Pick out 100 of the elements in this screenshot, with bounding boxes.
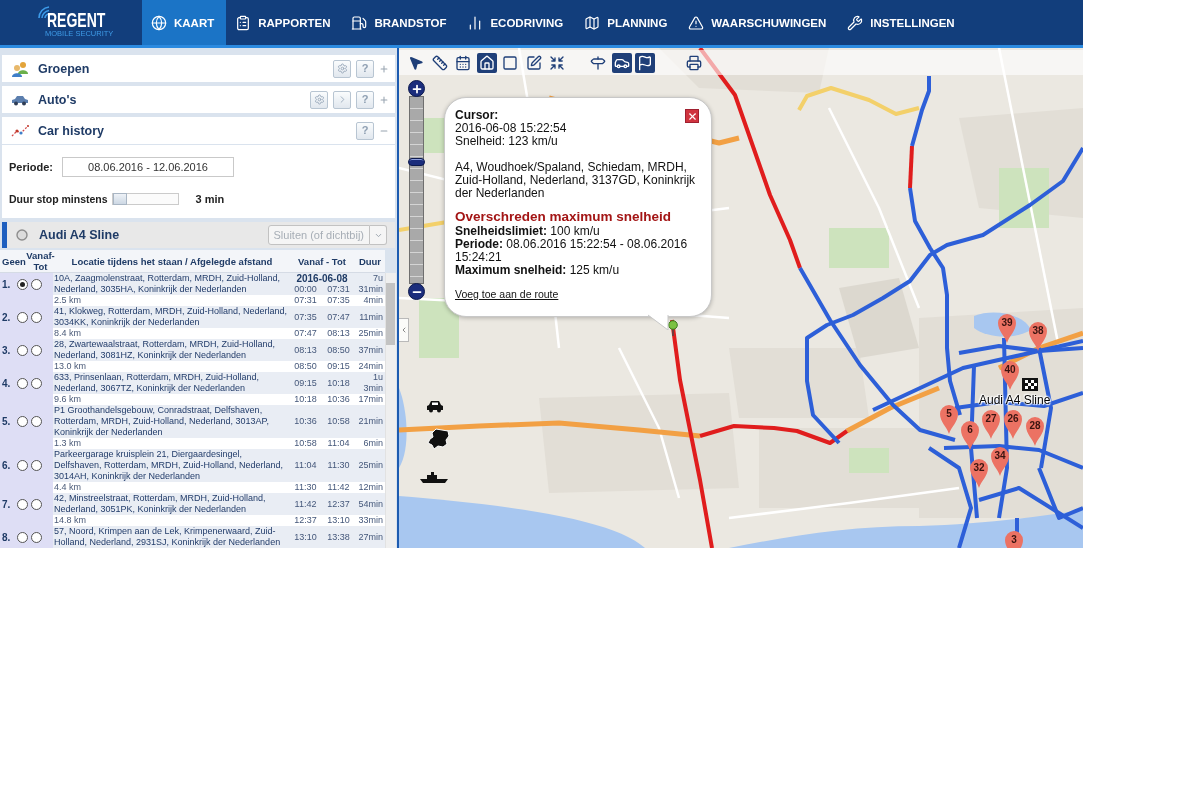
start-time: 07:31 — [293, 295, 318, 306]
radio-button[interactable] — [16, 278, 28, 290]
radio-button[interactable] — [30, 377, 42, 389]
map-tool-button[interactable] — [635, 52, 655, 73]
radio-button[interactable] — [16, 344, 28, 356]
start-time: 11:04 — [293, 460, 318, 471]
column-header: Vanaf - Tot — [297, 255, 347, 267]
column-header: Duur — [357, 255, 383, 267]
park-area — [419, 298, 459, 358]
radio-button[interactable] — [16, 377, 28, 389]
plus-icon — [410, 82, 423, 95]
end-time: 13:38 — [326, 531, 351, 543]
nav-tab[interactable]: ECODRIVING — [458, 0, 576, 45]
warning-icon — [688, 14, 705, 31]
end-time: 12:37 — [326, 498, 351, 510]
duration-text: 25min — [357, 328, 384, 339]
duration-text: 25min — [357, 460, 384, 471]
radio-button[interactable] — [30, 460, 42, 471]
row-number: 4. — [1, 377, 12, 389]
radio-button[interactable] — [30, 416, 42, 427]
radio-button[interactable] — [16, 311, 28, 323]
duration-text: 24min — [357, 361, 384, 372]
radio-button[interactable] — [16, 498, 28, 510]
end-time: 11:30 — [326, 460, 351, 471]
close-button[interactable] — [685, 109, 699, 123]
stop-row[interactable]: 2. 41, Klokweg, Rotterdam, MRDH, Zuid-Holland, Nederland, 3034KK, Koninkrijk der Nederlanden 07:35 07:47 11min — [0, 306, 385, 328]
slider-track[interactable] — [111, 193, 179, 205]
panel-title: Car history — [38, 123, 105, 138]
radio-button[interactable] — [16, 416, 28, 427]
radio-button[interactable] — [16, 531, 28, 543]
location-text: 57, Noord, Krimpen aan de Lek, Krimpenerwaard, Zuid-Holland, Nederland, 2931SJ, Koninkrijk der Nederlanden — [53, 526, 282, 548]
stop-row[interactable]: 5. P1 Groothandelsgebouw, Conradstraat, Delfshaven, Rotterdam, MRDH, Zuid-Holland, Nederland, 3013AP, Koninkrijk der Nederlanden 10:36 10:58 21min — [0, 405, 385, 438]
stop-row[interactable]: 6. Parkeergarage kruisplein 21, Diergaardesingel, Delfshaven, Rotterdam, MRDH, Zuid-Holland, Nederland, 3014AH, Koninkrijk der Nederlanden 11:04 11:30 25min — [0, 449, 385, 482]
stop-row[interactable]: 3. 28, Zwartewaalstraat, Rotterdam, MRDH, Zuid-Holland, Nederland, 3081HZ, Koninkrijk der Nederlanden 08:13 08:50 37min — [0, 339, 385, 361]
zoom-slider[interactable] — [409, 96, 424, 284]
radio-button[interactable] — [30, 278, 42, 290]
edit-icon — [525, 54, 542, 71]
location-text: 28, Zwartewaalstraat, Rotterdam, MRDH, Zuid-Holland, Nederland, 3081HZ, Koninkrijk der Nederlanden — [53, 339, 277, 361]
slider-thumb[interactable] — [112, 193, 127, 205]
fuel-pump-icon — [351, 14, 368, 31]
scrollbar-thumb[interactable] — [386, 283, 395, 345]
nav-tab[interactable]: INSTELLINGEN — [838, 0, 967, 45]
start-time: 08:50 — [293, 361, 318, 372]
nav-tab[interactable]: WAARSCHUWINGEN — [679, 0, 839, 45]
distance-text: 9.6 km — [53, 394, 82, 405]
stop-row[interactable]: 1. 10A, Zaagmolenstraat, Rotterdam, MRDH, Zuid-Holland, Nederland, 3035HA, Koninkrijk der Nederlanden 2016-06-08 00:00 07:31 7u 31min — [0, 273, 385, 295]
row-number: 2. — [1, 311, 12, 323]
settings-icon — [313, 94, 325, 105]
square-icon — [502, 54, 518, 71]
column-header: Vanaf-Tot — [26, 250, 55, 272]
zoom-slider-thumb[interactable] — [408, 157, 425, 166]
end-time: 08:13 — [326, 328, 351, 339]
duration-text: 6min — [362, 438, 384, 449]
nav-tab[interactable]: KAART — [142, 0, 227, 45]
end-time: 10:58 — [326, 416, 351, 427]
end-time: 07:35 — [326, 295, 351, 306]
start-time: 11:30 — [293, 482, 318, 493]
stop-row[interactable]: 7. 42, Minstreelstraat, Rotterdam, MRDH, Zuid-Holland, Nederland, 3051PK, Koninkrijk der Nederlanden 11:42 12:37 54min — [0, 493, 385, 515]
row-number: 1. — [1, 278, 12, 290]
printer-icon — [686, 54, 702, 71]
radio-button[interactable] — [30, 344, 42, 356]
nav-tab[interactable]: RAPPORTEN — [226, 0, 343, 45]
duration-text: 37min — [357, 344, 384, 356]
radio-button[interactable] — [30, 311, 42, 323]
radio-button[interactable] — [30, 498, 42, 510]
popup-text: Snelheidslimiet: 100 km/u — [455, 225, 600, 238]
start-time: 11:42 — [293, 498, 318, 510]
start-time: 07:35 — [293, 311, 318, 323]
nav-tab[interactable]: PLANNING — [575, 0, 680, 45]
signpost-icon — [590, 54, 606, 71]
stop-row[interactable]: 4. 633, Prinsenlaan, Rotterdam, MRDH, Zuid-Holland, Nederland, 3067TZ, Koninkrijk der Nederlanden 09:15 10:18 1u 3min — [0, 372, 385, 394]
end-time: 09:15 — [326, 361, 351, 372]
stop-row[interactable]: 8. 57, Noord, Krimpen aan de Lek, Krimpenerwaard, Zuid-Holland, Nederland, 2931SJ, Koninkrijk der Nederlanden 13:10 13:38 27min — [0, 526, 385, 548]
radio-button[interactable] — [30, 531, 42, 543]
date-range-field[interactable]: 08.06.2016 - 12.06.2016 — [62, 157, 234, 177]
address-text: A4, Woudhoek/Spaland, Schiedam, MRDH, Zuid-Holland, Nederland, 3137GD, Koninkrijk der Nederlanden — [455, 161, 697, 200]
nav-tab[interactable]: BRANDSTOF — [342, 0, 459, 45]
location-text: 41, Klokweg, Rotterdam, MRDH, Zuid-Holland, Nederland, 3034KK, Koninkrijk der Nederlanden — [53, 306, 289, 328]
row-number: 5. — [1, 416, 12, 427]
duration-text: 1u 3min — [362, 372, 384, 394]
column-header: Geen — [1, 255, 26, 267]
start-time: 07:47 — [293, 328, 318, 339]
end-time: 08:50 — [326, 344, 351, 356]
location-text: Parkeergarage kruisplein 21, Diergaardesingel, Delfshaven, Rotterdam, MRDH, Zuid-Holland, Nederland, 3014AH, Koninkrijk der Nederlanden — [53, 449, 285, 482]
start-time: 10:18 — [293, 394, 318, 405]
radio-button[interactable] — [16, 460, 28, 471]
clipboard-icon — [235, 14, 252, 31]
globe-icon — [151, 14, 167, 31]
distance-text: 14.8 km — [53, 515, 87, 526]
end-time: 07:47 — [326, 311, 351, 323]
settings-icon — [336, 63, 348, 74]
popup-text: Periode: 08.06.2016 15:22:54 - 08.06.2016 15:24:21 — [455, 238, 689, 264]
popup-text: Snelheid: 123 km/u — [455, 135, 558, 148]
popup-text: 2016-06-08 15:22:54 — [455, 122, 567, 135]
add-to-route-link[interactable]: Voeg toe aan de route — [455, 288, 559, 301]
flag-icon — [637, 54, 653, 71]
column-header: Locatie tijdens het staan / Afgelegde afstand — [70, 255, 274, 267]
scrollbar[interactable] — [385, 273, 396, 548]
row-number: 6. — [1, 460, 12, 471]
collapse-handle[interactable] — [399, 318, 409, 342]
